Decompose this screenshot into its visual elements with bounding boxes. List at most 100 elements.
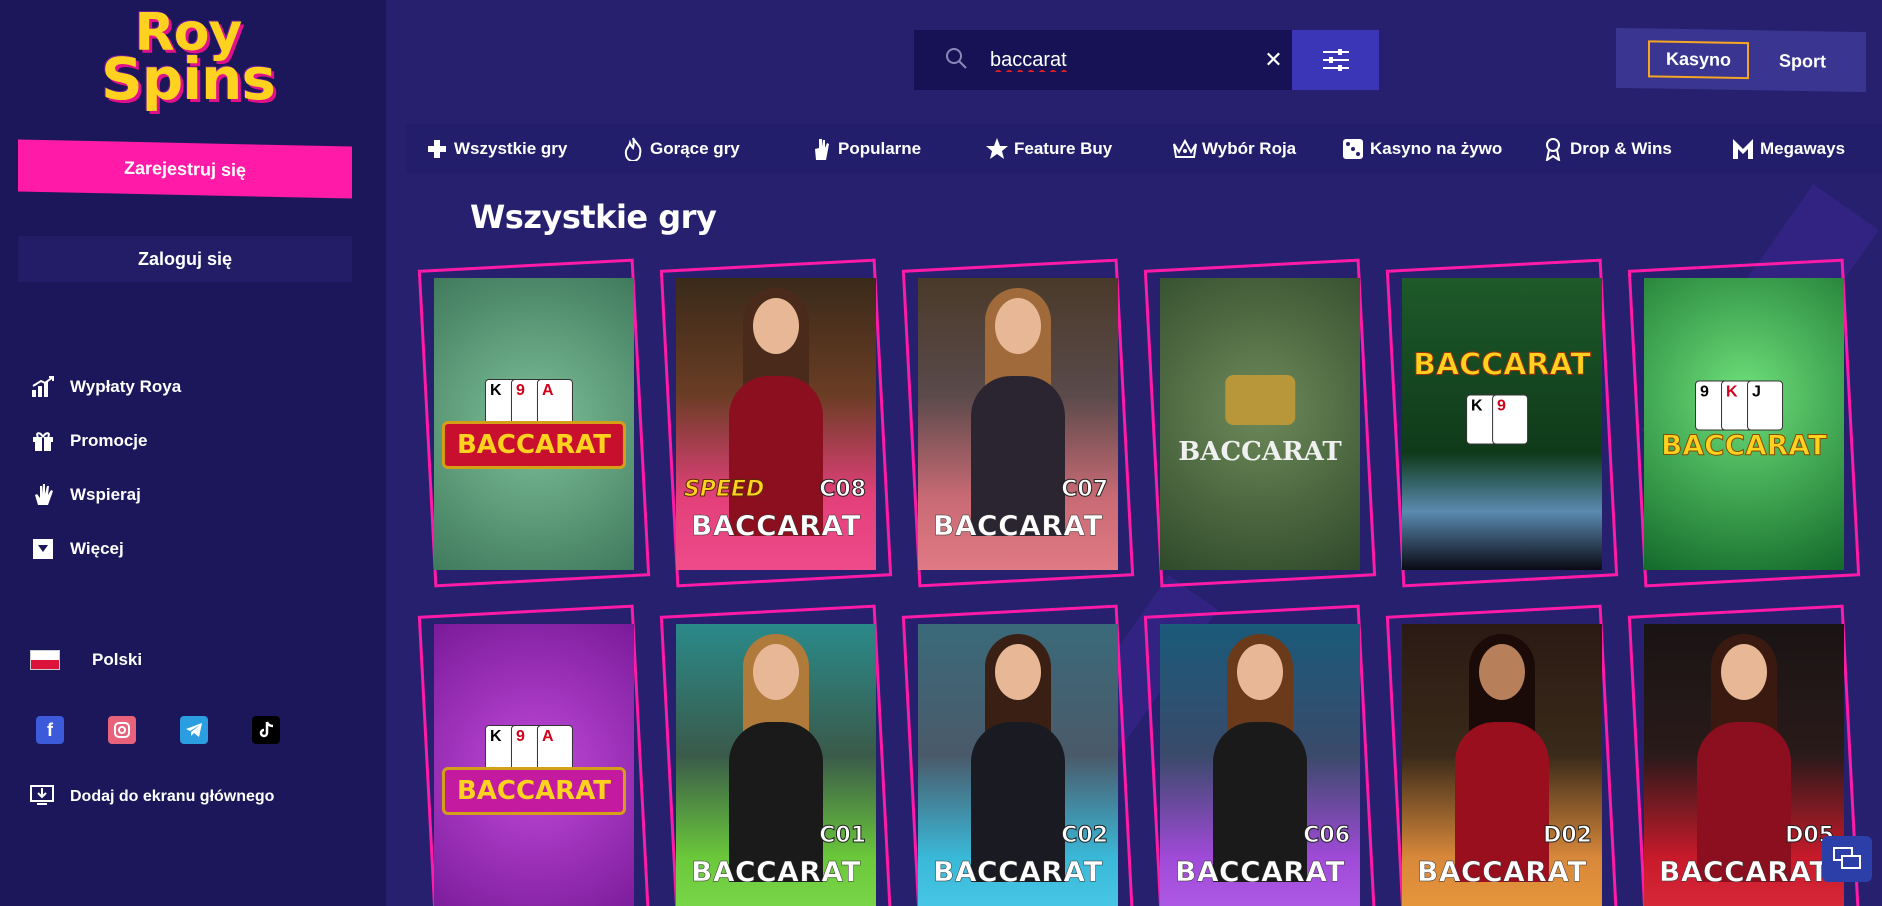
sidebar-item-label: Promocje (70, 431, 148, 450)
dealer-image (1447, 634, 1557, 882)
star-icon (984, 136, 1010, 162)
tab-live-casino[interactable]: Kasyno na żywo (1340, 136, 1502, 162)
live-chat-button[interactable] (1822, 836, 1872, 882)
game-thumbnail: BACCARAT (1160, 278, 1360, 570)
baccarat-emblem: K9A BACCARAT (441, 725, 627, 815)
game-thumbnail: C06 BACCARAT (1160, 624, 1360, 906)
telegram-icon[interactable] (180, 716, 208, 744)
login-button[interactable]: Zaloguj się (18, 236, 352, 282)
sidebar-item-label: Wypłaty Roya (70, 377, 182, 396)
tab-drop-wins[interactable]: Drop & Wins (1540, 136, 1672, 162)
tab-megaways[interactable]: Megaways (1730, 136, 1845, 162)
game-tile[interactable]: BACCARAT K9 (1385, 258, 1619, 588)
sidebar-item-promotions[interactable]: Promocje (30, 414, 181, 468)
chart-up-icon (30, 374, 56, 400)
add-to-home-screen[interactable]: Dodaj do ekranu głównego (30, 784, 274, 810)
game-thumbnail: C07 BACCARAT (918, 278, 1118, 570)
tab-feature-buy[interactable]: Feature Buy (984, 136, 1112, 162)
baccarat-emblem: 9KJ BACCARAT (1649, 380, 1839, 468)
game-tile[interactable]: K9A BACCARAT (417, 258, 651, 588)
tab-all-games[interactable]: Wszystkie gry (424, 136, 567, 162)
facebook-icon[interactable]: f (36, 716, 64, 744)
add-home-label: Dodaj do ekranu głównego (70, 788, 275, 805)
casino-tab[interactable]: Kasyno (1648, 39, 1750, 79)
game-tile[interactable]: SPEED C08 BACCARAT (659, 258, 893, 588)
sidebar-nav: Wypłaty Roya Promocje Wspieraj Więcej (30, 360, 181, 576)
sidebar-item-label: Więcej (70, 539, 124, 558)
game-label: BACCARAT (441, 767, 627, 815)
game-label: BACCARAT (1175, 855, 1345, 889)
language-selector[interactable]: Polski (30, 650, 142, 670)
casino-sport-toggle: Kasyno Sport (1616, 27, 1866, 93)
game-thumbnail: BACCARAT K9 (1402, 278, 1602, 570)
social-links: f (36, 716, 280, 744)
sidebar-item-more[interactable]: Więcej (30, 522, 181, 576)
category-label: Feature Buy (1014, 139, 1113, 158)
game-label: BACCARAT (933, 855, 1103, 889)
tab-hot-games[interactable]: Gorące gry (620, 136, 740, 162)
game-label: BACCARAT (1413, 347, 1592, 383)
search-input[interactable] (990, 48, 1256, 72)
game-label: BACCARAT (441, 421, 627, 469)
sport-tab[interactable]: Sport (1763, 44, 1842, 78)
page-title: Wszystkie gry (470, 198, 717, 236)
category-label: Drop & Wins (1570, 139, 1672, 158)
game-thumbnail: D02 BACCARAT (1402, 624, 1602, 906)
category-label: Wybór Roja (1202, 139, 1297, 158)
game-tile[interactable]: BACCARAT (1143, 258, 1377, 588)
game-tile[interactable]: D02 BACCARAT (1385, 604, 1619, 906)
fire-icon (620, 136, 646, 162)
instagram-icon[interactable] (108, 716, 136, 744)
search-bar: ✕ (914, 30, 1292, 90)
poland-flag-icon (30, 650, 60, 670)
dealer-image (721, 634, 831, 882)
game-thumbnail: C01 BACCARAT (676, 624, 876, 906)
download-screen-icon (30, 784, 56, 810)
category-nav: Wszystkie gry Gorące gry Popularne Featu… (406, 124, 1882, 174)
register-button[interactable]: Zarejestruj się (18, 139, 352, 199)
game-label: BACCARAT (1178, 437, 1342, 467)
game-label: BACCARAT (691, 509, 861, 543)
dealer-image (963, 634, 1073, 882)
game-tile[interactable]: C01 BACCARAT (659, 604, 893, 906)
game-label: BACCARAT (1659, 855, 1829, 889)
tab-popular[interactable]: Popularne (808, 136, 921, 162)
table-code: C07 (1061, 477, 1109, 503)
sidebar-item-support[interactable]: Wspieraj (30, 468, 181, 522)
sidebar-item-payouts[interactable]: Wypłaty Roya (30, 360, 181, 414)
baccarat-emblem: K9A BACCARAT (441, 379, 627, 469)
hand-icon (30, 482, 56, 508)
thumbs-up-icon (808, 136, 834, 162)
table-code: C01 (819, 823, 867, 849)
game-tile[interactable]: C07 BACCARAT (901, 258, 1135, 588)
sidebar-item-label: Wspieraj (70, 485, 141, 504)
game-tile[interactable]: C06 BACCARAT (1143, 604, 1377, 906)
game-tile[interactable]: C02 BACCARAT (901, 604, 1135, 906)
game-label: BACCARAT (1417, 855, 1587, 889)
game-tile[interactable]: 9KJ BACCARAT (1627, 258, 1861, 588)
drop-wins-icon (1540, 136, 1566, 162)
game-thumbnail: K9A BACCARAT (434, 278, 634, 570)
speed-tag: SPEED (683, 477, 765, 503)
gift-icon (30, 428, 56, 454)
roy-spins-logo[interactable]: Roy Spins (78, 7, 298, 110)
dealer-image (1689, 634, 1799, 882)
search-icon (944, 46, 968, 75)
tab-roy-choice[interactable]: Wybór Roja (1172, 136, 1296, 162)
table-code: C02 (1061, 823, 1109, 849)
puzzle-icon (424, 136, 450, 162)
clear-search-icon[interactable]: ✕ (1255, 47, 1292, 73)
filter-button[interactable] (1292, 30, 1379, 90)
table-code: C08 (819, 477, 867, 503)
tiktok-icon[interactable] (252, 716, 280, 744)
table-code: D02 (1543, 823, 1593, 849)
dice-icon (1340, 136, 1366, 162)
sliders-icon (1322, 49, 1349, 71)
game-tile[interactable]: D05 BACCARAT (1627, 604, 1861, 906)
game-thumbnail: 9KJ BACCARAT (1644, 278, 1844, 570)
dealer-image (963, 288, 1073, 536)
game-label: BACCARAT (933, 509, 1103, 543)
crown-icon (1172, 136, 1198, 162)
game-tile[interactable]: K9A BACCARAT (417, 604, 651, 906)
baccarat-emblem: BACCARAT K9 (1402, 341, 1602, 445)
